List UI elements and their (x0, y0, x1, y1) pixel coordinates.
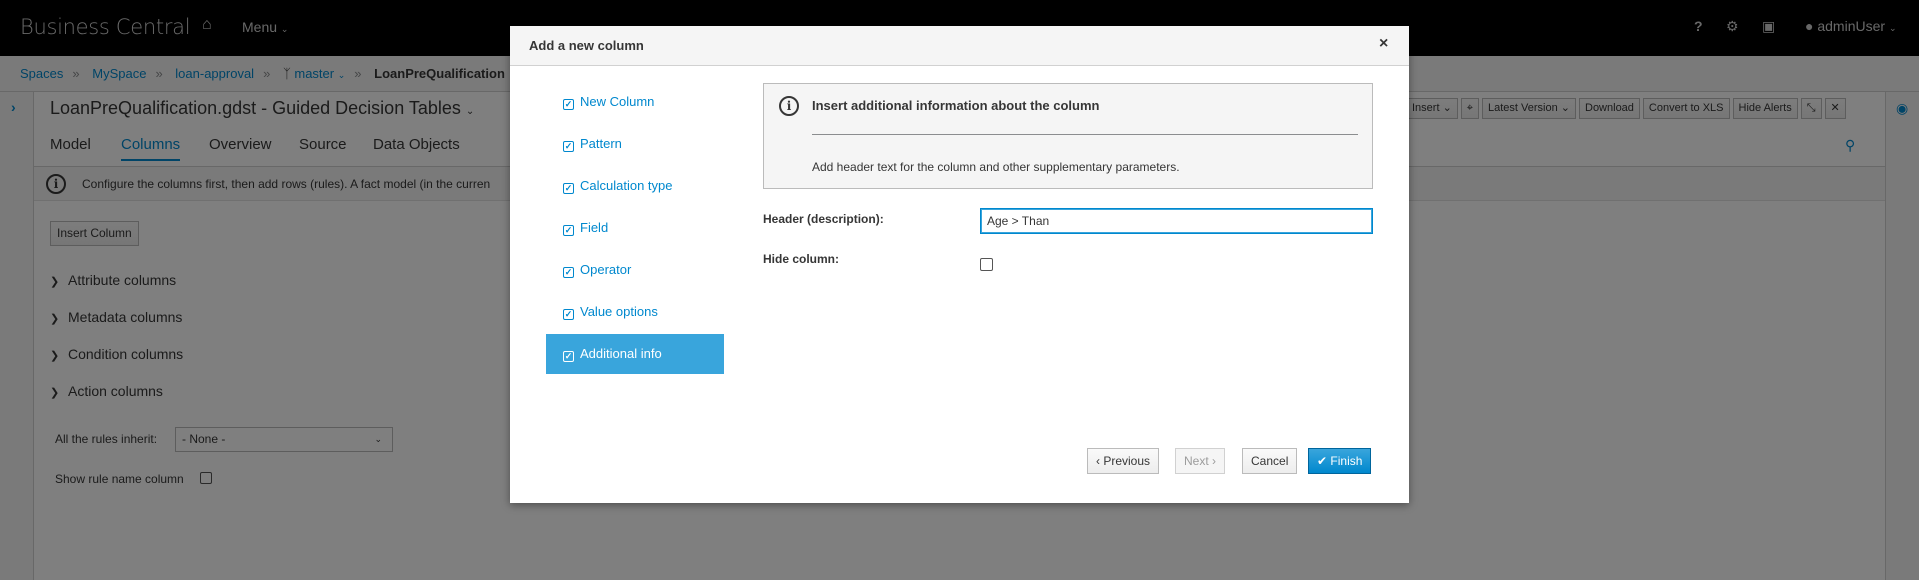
finish-button[interactable]: ✔ Finish (1308, 448, 1372, 474)
modal-title: Add a new column (529, 38, 644, 53)
next-button[interactable]: Next › (1175, 448, 1226, 474)
step-calculation-type[interactable]: ✓ Calculation type (546, 166, 724, 206)
hide-column-checkbox[interactable] (980, 258, 993, 271)
additional-info-box: i Insert additional information about th… (763, 83, 1373, 189)
step-label: New Column (580, 94, 655, 109)
info-box-text: Add header text for the column and other… (812, 160, 1180, 174)
step-label: Pattern (580, 136, 622, 151)
step-label: Field (580, 220, 609, 235)
modal-header: Add a new column × (510, 26, 1409, 66)
check-square-icon: ✓ (563, 267, 574, 278)
check-square-icon: ✓ (563, 225, 574, 236)
add-column-dialog: Add a new column × ✓ New Column ✓ Pattern … (510, 26, 1409, 503)
previous-label: Previous (1103, 454, 1151, 468)
check-square-icon: ✓ (563, 309, 574, 320)
hide-column-label: Hide column: (763, 252, 840, 266)
info-box-title: Insert additional information about the … (812, 98, 1100, 113)
header-description-input[interactable] (980, 208, 1373, 234)
next-label: Next (1184, 454, 1209, 468)
chevron-right-icon: › (1212, 454, 1217, 468)
step-field[interactable]: ✓ Field (546, 208, 724, 248)
chevron-left-icon: ‹ (1096, 454, 1100, 468)
divider (812, 134, 1358, 135)
check-square-icon: ✓ (563, 141, 574, 152)
step-operator[interactable]: ✓ Operator (546, 250, 724, 290)
step-additional-info[interactable]: ✓ Additional info (546, 334, 724, 374)
check-icon: ✔ (1317, 454, 1328, 468)
step-new-column[interactable]: ✓ New Column (546, 82, 724, 122)
step-label: Additional info (580, 346, 662, 361)
finish-label: Finish (1330, 454, 1363, 468)
step-label: Operator (580, 262, 632, 277)
check-square-icon: ✓ (563, 351, 574, 362)
cancel-button[interactable]: Cancel (1242, 448, 1298, 474)
step-value-options[interactable]: ✓ Value options (546, 292, 724, 332)
info-icon: i (779, 96, 799, 116)
previous-button[interactable]: ‹ Previous (1087, 448, 1160, 474)
header-description-label: Header (description): (763, 212, 884, 226)
step-label: Calculation type (580, 178, 673, 193)
check-square-icon: ✓ (563, 183, 574, 194)
step-pattern[interactable]: ✓ Pattern (546, 124, 724, 164)
step-label: Value options (580, 304, 658, 319)
close-icon[interactable]: × (1379, 35, 1388, 53)
check-square-icon: ✓ (563, 99, 574, 110)
